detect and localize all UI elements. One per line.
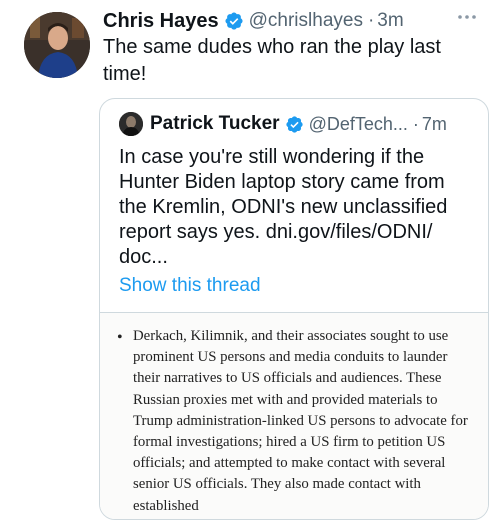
verified-badge-icon xyxy=(285,115,304,134)
author-avatar[interactable] xyxy=(24,12,90,78)
quoted-tweet-header: Patrick Tucker @DefTech... · 7m xyxy=(150,112,447,136)
attached-document-image[interactable]: • Derkach, Kilimnik, and their associate… xyxy=(100,312,488,519)
quoted-author-avatar[interactable] xyxy=(119,112,143,136)
document-text: Derkach, Kilimnik, and their associates … xyxy=(133,328,468,514)
quoted-author-handle[interactable]: @DefTech... xyxy=(309,114,408,135)
show-thread-link[interactable]: Show this thread xyxy=(119,275,261,297)
tweet: Chris Hayes @chrislhayes · 3m The same d… xyxy=(0,0,500,520)
tweet-header: Chris Hayes @chrislhayes · 3m xyxy=(103,8,404,34)
quoted-author-name[interactable]: Patrick Tucker xyxy=(150,113,280,135)
quoted-tweet-card[interactable]: Patrick Tucker @DefTech... · 7m In case … xyxy=(99,98,489,520)
more-options-icon[interactable] xyxy=(456,10,478,24)
quoted-tweet-text: In case you're still wondering if the Hu… xyxy=(119,146,448,268)
tweet-timestamp[interactable]: 3m xyxy=(377,10,403,32)
verified-badge-icon xyxy=(224,11,244,31)
quoted-tweet-timestamp[interactable]: 7m xyxy=(422,114,447,135)
time-separator: · xyxy=(367,10,375,31)
author-name[interactable]: Chris Hayes xyxy=(103,10,219,33)
document-bullet: • xyxy=(117,329,123,346)
tweet-text: The same dudes who ran the play last tim… xyxy=(103,36,441,85)
author-handle[interactable]: @chrislhayes xyxy=(249,10,363,32)
quoted-time-separator: · xyxy=(412,113,419,134)
